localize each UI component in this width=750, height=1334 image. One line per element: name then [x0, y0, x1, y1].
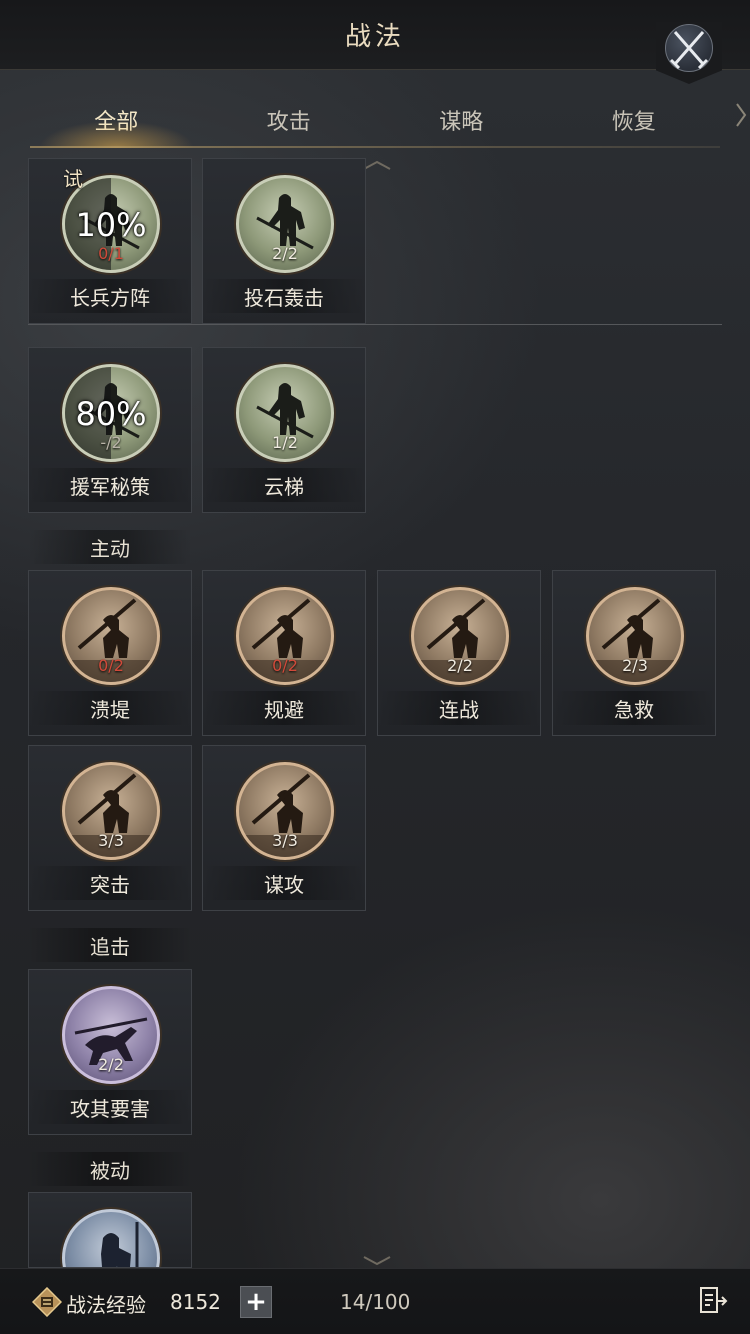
skill-count: 0/2	[98, 656, 124, 675]
skill-medal: 3/3	[62, 762, 160, 860]
skill-count: -/2	[100, 433, 122, 452]
skill-medal: 3/3	[236, 762, 334, 860]
scroll-up-icon	[363, 160, 391, 170]
skill-count: 3/3	[98, 831, 124, 850]
tab-recovery[interactable]: 恢复	[548, 92, 721, 148]
skill-card-changbing[interactable]: 10% 0/1 试 长兵方阵	[28, 158, 192, 324]
skill-name: 连战	[378, 691, 540, 725]
skill-card-mougong[interactable]: 3/3 谋攻	[202, 745, 366, 911]
page-title: 战法	[344, 22, 405, 52]
exp-value: 8152	[170, 1290, 221, 1314]
skill-card-yunti[interactable]: 1/2 云梯	[202, 347, 366, 513]
skill-count: 0/1	[98, 244, 124, 263]
category-tabs: 全部 攻击 谋略 恢复	[20, 92, 721, 148]
exp-scroll-icon	[32, 1287, 62, 1317]
section-label-pursuit: 追击	[28, 928, 192, 962]
skill-card-jijiu[interactable]: 2/3 急救	[552, 570, 716, 736]
footer-bar: 战法经验 8152 + 14/100	[0, 1268, 750, 1334]
add-exp-button[interactable]: +	[240, 1286, 272, 1318]
section-divider	[28, 324, 722, 325]
section-label-passive: 被动	[28, 1152, 192, 1186]
skill-medal: 80% -/2	[62, 364, 160, 462]
skill-count: 2/2	[272, 244, 298, 263]
tab-strategy-label: 谋略	[439, 110, 484, 135]
skill-medal	[62, 1209, 160, 1267]
close-button[interactable]	[656, 22, 722, 88]
chevron-right-icon[interactable]	[734, 100, 748, 130]
skill-card-kuidi[interactable]: 0/2 溃堤	[28, 570, 192, 736]
skill-medal: 2/2	[411, 587, 509, 685]
skill-count: 2/3	[622, 656, 648, 675]
skill-name: 云梯	[203, 468, 365, 502]
skill-card-yuanjun[interactable]: 80% -/2 援军秘策	[28, 347, 192, 513]
skill-medal: 2/2	[236, 175, 334, 273]
skill-medal: 2/3	[586, 587, 684, 685]
progress-percent: 10%	[75, 206, 147, 244]
section-label-active: 主动	[28, 530, 192, 564]
skill-medal: 0/2	[236, 587, 334, 685]
skill-medal: 2/2	[62, 986, 160, 1084]
skill-name: 长兵方阵	[29, 279, 191, 313]
skill-name: 援军秘策	[29, 468, 191, 502]
skill-count: 3/3	[272, 831, 298, 850]
skill-count: 2/2	[447, 656, 473, 675]
skill-count: 1/2	[272, 433, 298, 452]
exp-label: 战法经验	[66, 1293, 146, 1317]
skill-medal: 0/2	[62, 587, 160, 685]
tab-attack[interactable]: 攻击	[203, 92, 376, 148]
export-list-icon[interactable]	[698, 1285, 728, 1317]
skill-card-tuji[interactable]: 3/3 突击	[28, 745, 192, 911]
skill-name: 规避	[203, 691, 365, 725]
skill-card-toushi[interactable]: 2/2 投石轰击	[202, 158, 366, 324]
scroll-down-icon	[363, 1256, 391, 1266]
title-bar: 战法	[0, 0, 750, 70]
skill-name: 攻其要害	[29, 1090, 191, 1124]
skill-name: 急救	[553, 691, 715, 725]
skill-name: 投石轰击	[203, 279, 365, 313]
tab-attack-label: 攻击	[266, 110, 311, 135]
skill-medal: 1/2	[236, 364, 334, 462]
tab-all[interactable]: 全部	[20, 92, 212, 148]
tab-recovery-label: 恢复	[611, 110, 656, 135]
tab-all-label: 全部	[94, 110, 139, 135]
progress-percent: 80%	[75, 395, 147, 433]
trial-tag: 试	[63, 167, 83, 191]
skill-card-lianzhan[interactable]: 2/2 连战	[377, 570, 541, 736]
skill-card-gongqi[interactable]: 2/2 攻其要害	[28, 969, 192, 1135]
skill-card-guibi[interactable]: 0/2 规避	[202, 570, 366, 736]
tab-strategy[interactable]: 谋略	[375, 92, 548, 148]
skill-count: 2/2	[98, 1055, 124, 1074]
skill-capacity: 14/100	[340, 1290, 411, 1314]
skill-name: 谋攻	[203, 866, 365, 900]
warrior-silhouette-icon	[101, 1222, 139, 1267]
skill-count: 0/2	[272, 656, 298, 675]
skill-name: 突击	[29, 866, 191, 900]
skill-card-passive[interactable]	[28, 1192, 192, 1268]
skill-name: 溃堤	[29, 691, 191, 725]
crossed-swords-icon	[669, 31, 709, 70]
